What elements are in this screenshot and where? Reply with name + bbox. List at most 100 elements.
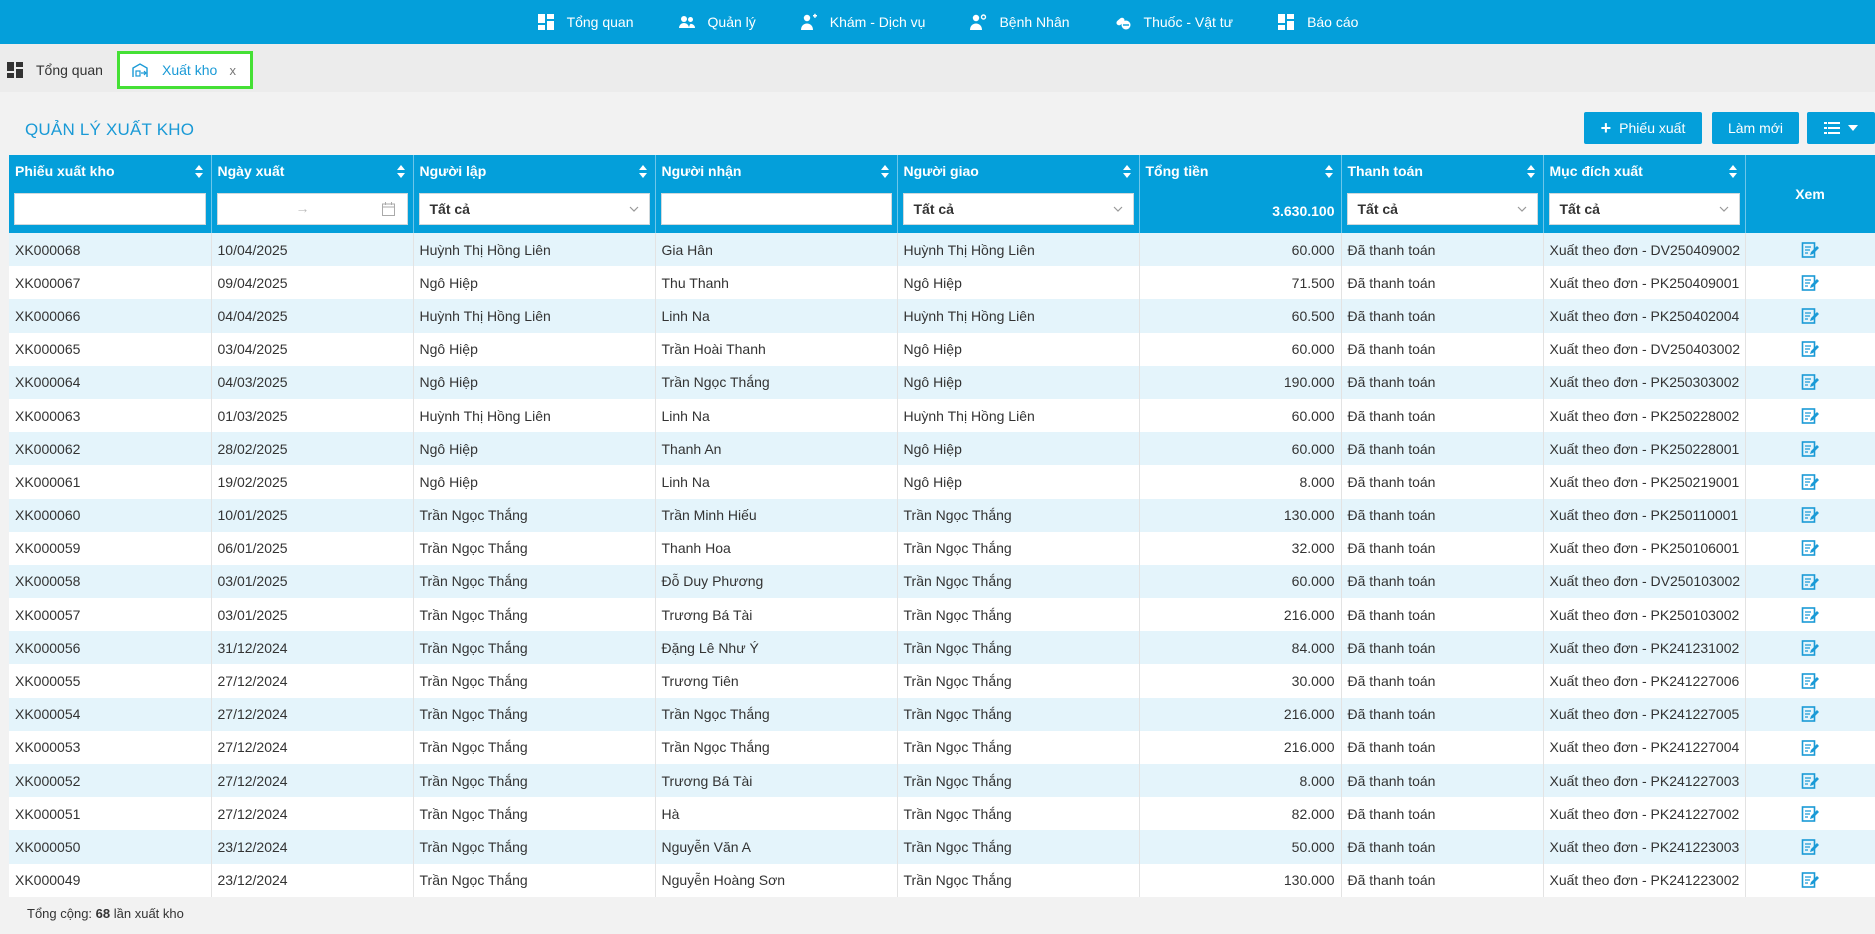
nav-item-thuoc-vat-tu[interactable]: Thuốc - Vật tư	[1092, 0, 1256, 44]
nguoi-giao-select[interactable]: Tất cả	[902, 193, 1134, 225]
edit-icon[interactable]	[1801, 838, 1819, 856]
nav-item-bao-cao[interactable]: Báo cáo	[1255, 0, 1380, 44]
nav-item-benh-nhan[interactable]: Bệnh Nhân	[947, 0, 1091, 44]
column-header[interactable]: Tổng tiền	[1146, 163, 1209, 179]
cell-thanh-toan: Đã thanh toán	[1341, 266, 1544, 300]
edit-icon[interactable]	[1801, 241, 1819, 259]
column-menu-button[interactable]	[1807, 112, 1875, 144]
edit-icon[interactable]	[1801, 307, 1819, 325]
table-row[interactable]: XK000055 27/12/2024 Trần Ngọc Thắng Trương …	[9, 664, 1875, 698]
table-row[interactable]: XK000065 03/04/2025 Ngô Hiệp Trần Hoài Than…	[9, 332, 1875, 366]
edit-icon[interactable]	[1801, 407, 1819, 425]
table-row[interactable]: XK000066 04/04/2025 Huỳnh Thị Hồng Liên Lin…	[9, 299, 1875, 333]
cell-xem	[1745, 598, 1875, 632]
thanh-toan-select[interactable]: Tất cả	[1346, 193, 1538, 225]
cell-muc-dich: Xuất theo đơn - PK250303002	[1543, 365, 1746, 399]
date-range-filter[interactable]: →	[216, 193, 408, 225]
select-value: Tất cả	[913, 201, 954, 217]
nav-label: Thuốc - Vật tư	[1143, 14, 1234, 30]
column-header[interactable]: Ngày xuất	[218, 163, 285, 179]
cell-nguoi-giao: Trần Ngọc Thắng	[897, 498, 1140, 532]
nav-item-kham-dich-vu[interactable]: Khám - Dịch vụ	[778, 0, 948, 44]
nav-label: Tổng quan	[566, 14, 634, 30]
edit-icon[interactable]	[1801, 573, 1819, 591]
sort-icon[interactable]	[1526, 165, 1535, 178]
column-header[interactable]: Thanh toán	[1348, 163, 1423, 179]
cell-xem	[1745, 697, 1875, 731]
edit-icon[interactable]	[1801, 274, 1819, 292]
edit-icon[interactable]	[1801, 705, 1819, 723]
table-row[interactable]: XK000064 04/03/2025 Ngô Hiệp Trần Ngọc Thắn…	[9, 365, 1875, 399]
nguoi-nhan-input[interactable]	[661, 194, 891, 224]
edit-icon[interactable]	[1801, 440, 1819, 458]
sort-icon[interactable]	[880, 165, 889, 178]
column-header[interactable]: Phiếu xuất kho	[15, 163, 115, 179]
sort-icon[interactable]	[1122, 165, 1131, 178]
edit-icon[interactable]	[1801, 373, 1819, 391]
table-row[interactable]: XK000053 27/12/2024 Trần Ngọc Thắng Trần Ng…	[9, 730, 1875, 764]
sort-icon[interactable]	[638, 165, 647, 178]
add-export-button[interactable]: + Phiếu xuất	[1584, 112, 1702, 144]
sort-icon[interactable]	[1324, 165, 1333, 178]
table-row[interactable]: XK000054 27/12/2024 Trần Ngọc Thắng Trần Ng…	[9, 697, 1875, 731]
table-row[interactable]: XK000058 03/01/2025 Trần Ngọc Thắng Đỗ Duy …	[9, 564, 1875, 599]
cell-muc-dich: Xuất theo đơn - PK241227006	[1543, 664, 1746, 698]
nguoi-lap-select[interactable]: Tất cả	[418, 193, 650, 225]
column-header[interactable]: Người lập	[420, 163, 487, 179]
edit-icon[interactable]	[1801, 639, 1819, 657]
edit-icon[interactable]	[1801, 871, 1819, 889]
cell-xem	[1745, 498, 1875, 532]
table-row[interactable]: XK000060 10/01/2025 Trần Ngọc Thắng Trần Mi…	[9, 498, 1875, 532]
cell-xem	[1745, 432, 1875, 466]
table-row[interactable]: XK000063 01/03/2025 Huỳnh Thị Hồng Liên Lin…	[9, 398, 1875, 433]
cell-nguoi-giao: Trần Ngọc Thắng	[897, 797, 1140, 831]
edit-icon[interactable]	[1801, 473, 1819, 491]
tab-tong-quan[interactable]: Tổng quan	[6, 52, 103, 88]
edit-icon[interactable]	[1801, 539, 1819, 557]
date-range-arrow: →	[295, 200, 310, 216]
table-row[interactable]: XK000068 10/04/2025 Huỳnh Thị Hồng Liên Gia…	[9, 233, 1875, 267]
sort-icon[interactable]	[396, 165, 405, 178]
table-row[interactable]: XK000052 27/12/2024 Trần Ngọc Thắng Trương …	[9, 764, 1875, 798]
cell-nguoi-lap: Trần Ngọc Thắng	[413, 531, 656, 565]
column-header[interactable]: Người giao	[904, 163, 979, 179]
cell-xem	[1745, 365, 1875, 399]
nguoi-nhan-filter[interactable]	[660, 193, 892, 225]
nav-item-quan-ly[interactable]: Quản lý	[656, 0, 778, 44]
sort-icon[interactable]	[1728, 165, 1737, 178]
edit-icon[interactable]	[1801, 672, 1819, 690]
phieu-xuat-input[interactable]	[15, 194, 205, 224]
muc-dich-select[interactable]: Tất cả	[1548, 193, 1740, 225]
edit-icon[interactable]	[1801, 772, 1819, 790]
column-header[interactable]: Người nhận	[662, 163, 742, 179]
cell-nguoi-giao: Trần Ngọc Thắng	[897, 697, 1140, 731]
table-row[interactable]: XK000049 23/12/2024 Trần Ngọc Thắng Nguyễn …	[9, 863, 1875, 897]
edit-icon[interactable]	[1801, 506, 1819, 524]
table-row[interactable]: XK000067 09/04/2025 Ngô Hiệp Thu Thanh Ngô H…	[9, 266, 1875, 300]
refresh-button[interactable]: Làm mới	[1712, 112, 1799, 144]
cell-phieu-xuat: XK000066	[9, 299, 212, 333]
table-row[interactable]: XK000050 23/12/2024 Trần Ngọc Thắng Nguyễn …	[9, 830, 1875, 864]
footer-suffix: lần xuất kho	[113, 906, 184, 921]
cell-nguoi-lap: Trần Ngọc Thắng	[413, 697, 656, 731]
table-row[interactable]: XK000061 19/02/2025 Ngô Hiệp Linh Na Ngô Hiệ…	[9, 465, 1875, 499]
tab-xuat-kho[interactable]: Xuất kho x	[117, 51, 253, 89]
phieu-xuat-filter[interactable]	[14, 193, 206, 225]
cell-muc-dich: Xuất theo đơn - PK241227005	[1543, 697, 1746, 731]
edit-icon[interactable]	[1801, 340, 1819, 358]
calendar-icon[interactable]	[381, 202, 395, 216]
table-row[interactable]: XK000057 03/01/2025 Trần Ngọc Thắng Trương …	[9, 598, 1875, 632]
patient-icon	[970, 14, 987, 30]
nav-item-tong-quan[interactable]: Tổng quan	[515, 0, 656, 44]
edit-icon[interactable]	[1801, 805, 1819, 823]
column-header[interactable]: Mục đích xuất	[1550, 163, 1643, 179]
table-row[interactable]: XK000051 27/12/2024 Trần Ngọc Thắng Hà Trần …	[9, 797, 1875, 831]
close-icon[interactable]: x	[230, 63, 237, 78]
edit-icon[interactable]	[1801, 739, 1819, 757]
table-row[interactable]: XK000062 28/02/2025 Ngô Hiệp Thanh An Ngô Hi…	[9, 432, 1875, 466]
table-row[interactable]: XK000059 06/01/2025 Trần Ngọc Thắng Thanh H…	[9, 531, 1875, 565]
edit-icon[interactable]	[1801, 606, 1819, 624]
cell-thanh-toan: Đã thanh toán	[1341, 830, 1544, 864]
sort-icon[interactable]	[194, 165, 203, 178]
table-row[interactable]: XK000056 31/12/2024 Trần Ngọc Thắng Đặng Lê…	[9, 631, 1875, 665]
